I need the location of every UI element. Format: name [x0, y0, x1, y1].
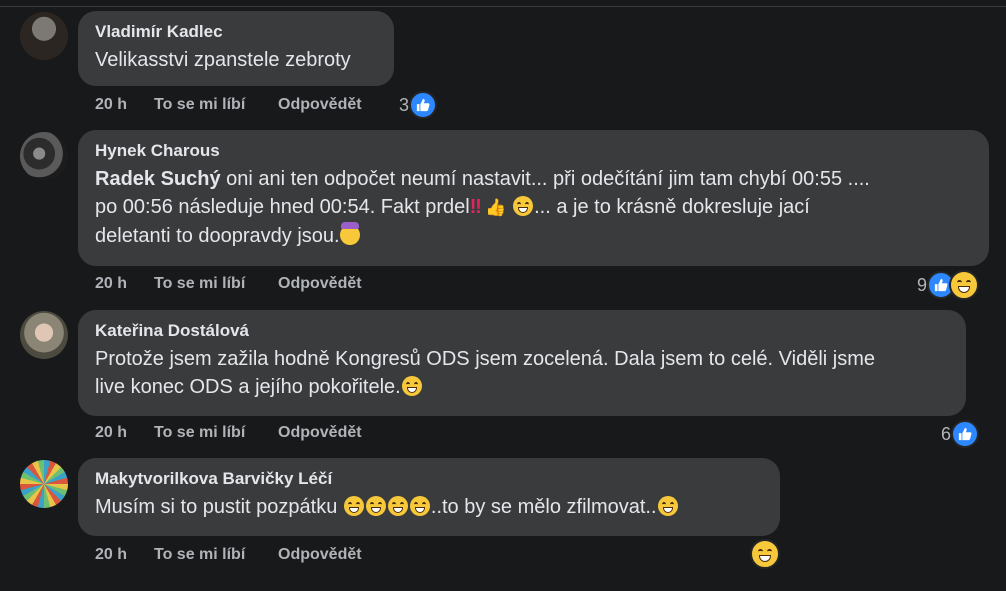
- comment-text-line-2b: ... a je to krásně dokresluje jací: [534, 196, 810, 218]
- reply-button[interactable]: Odpovědět: [278, 424, 362, 442]
- reaction-summary[interactable]: [750, 539, 780, 569]
- comment-time[interactable]: 20 h: [95, 96, 154, 114]
- like-button[interactable]: To se mi líbí: [154, 275, 278, 293]
- thumbs-up-emoji-icon: 👍: [485, 198, 507, 217]
- comment-text-part-2: ..to by se mělo zfilmovat..: [430, 496, 657, 518]
- reaction-count: 6: [941, 423, 952, 444]
- haha-reaction-icon: [750, 539, 780, 569]
- like-reaction-icon: [409, 91, 438, 119]
- mention-link[interactable]: Radek Suchý: [95, 168, 221, 190]
- grinning-emoji-icon: [513, 196, 534, 216]
- comment-text-line-2: po 00:56 následuje hned 00:54. Fakt prde…: [95, 196, 470, 218]
- avatar[interactable]: [20, 311, 68, 359]
- comment-text: Protože jsem zažila hodně Kongresů ODS j…: [95, 345, 950, 401]
- grinning-emoji-icon: [365, 496, 386, 516]
- comment-bubble: Vladimír Kadlec Velikasstvi zpanstele ze…: [78, 11, 394, 86]
- comment-text: Velikasstvi zpanstele zebroty: [95, 49, 351, 71]
- grinning-emoji-icon: [401, 376, 422, 396]
- grinning-emoji-icon: [657, 496, 678, 516]
- comment-actions: 20 h To se mi líbí Odpovědět: [95, 96, 362, 114]
- grinning-emoji-icon: [409, 496, 430, 516]
- grinning-emoji-icon: [387, 496, 408, 516]
- comment-author[interactable]: Hynek Charous: [95, 140, 973, 162]
- double-exclamation-icon: ‼: [469, 196, 482, 218]
- reaction-summary[interactable]: 6: [941, 420, 980, 448]
- grinning-emoji-icon: [343, 496, 364, 516]
- comment-time[interactable]: 20 h: [95, 424, 154, 442]
- comment-bubble: Makytvorilkova Barvičky Léčí Musím si to…: [78, 458, 780, 536]
- avatar[interactable]: [20, 132, 68, 180]
- comment-time[interactable]: 20 h: [95, 275, 154, 293]
- comment-text-line-1: Protože jsem zažila hodně Kongresů ODS j…: [95, 348, 875, 370]
- reply-button[interactable]: Odpovědět: [278, 96, 362, 114]
- like-button[interactable]: To se mi líbí: [154, 546, 278, 564]
- comment-text-line-3: deletanti to doopravdy jsou.: [95, 225, 340, 247]
- comment-text-line-2: live konec ODS a jejího pokořitele.: [95, 376, 401, 398]
- comment-actions: 20 h To se mi líbí Odpovědět: [95, 424, 362, 442]
- reaction-count: 9: [917, 274, 928, 295]
- reply-button[interactable]: Odpovědět: [278, 546, 362, 564]
- haha-reaction-icon: [949, 270, 980, 300]
- comment-time[interactable]: 20 h: [95, 546, 154, 564]
- comment-text-line-1: oni ani ten odpočet neumí nastavit... př…: [220, 168, 870, 190]
- comment-text-part-1: Musím si to pustit pozpátku: [95, 496, 343, 518]
- comment-author[interactable]: Makytvorilkova Barvičky Léčí: [95, 468, 764, 490]
- avatar[interactable]: [20, 12, 68, 60]
- comment-text: Musím si to pustit pozpátku ..to by se m…: [95, 493, 764, 521]
- reaction-summary[interactable]: 3: [399, 91, 438, 119]
- comment-actions: 20 h To se mi líbí Odpovědět: [95, 275, 362, 293]
- reply-button[interactable]: Odpovědět: [278, 275, 362, 293]
- comment-bubble: Hynek Charous Radek Suchý oni ani ten od…: [78, 130, 989, 266]
- reaction-summary[interactable]: 9: [917, 270, 980, 300]
- like-reaction-icon: [951, 420, 980, 448]
- comment-author[interactable]: Vladimír Kadlec: [95, 21, 378, 43]
- comment-bubble: Kateřina Dostálová Protože jsem zažila h…: [78, 310, 966, 416]
- like-button[interactable]: To se mi líbí: [154, 96, 278, 114]
- comment-actions: 20 h To se mi líbí Odpovědět: [95, 546, 362, 564]
- like-button[interactable]: To se mi líbí: [154, 424, 278, 442]
- comment-text: Radek Suchý oni ani ten odpočet neumí na…: [95, 165, 973, 250]
- top-divider: [0, 6, 1006, 7]
- comment-author[interactable]: Kateřina Dostálová: [95, 320, 950, 342]
- clown-emoji-icon: [339, 222, 360, 245]
- reaction-count: 3: [399, 94, 410, 115]
- avatar[interactable]: [20, 460, 68, 508]
